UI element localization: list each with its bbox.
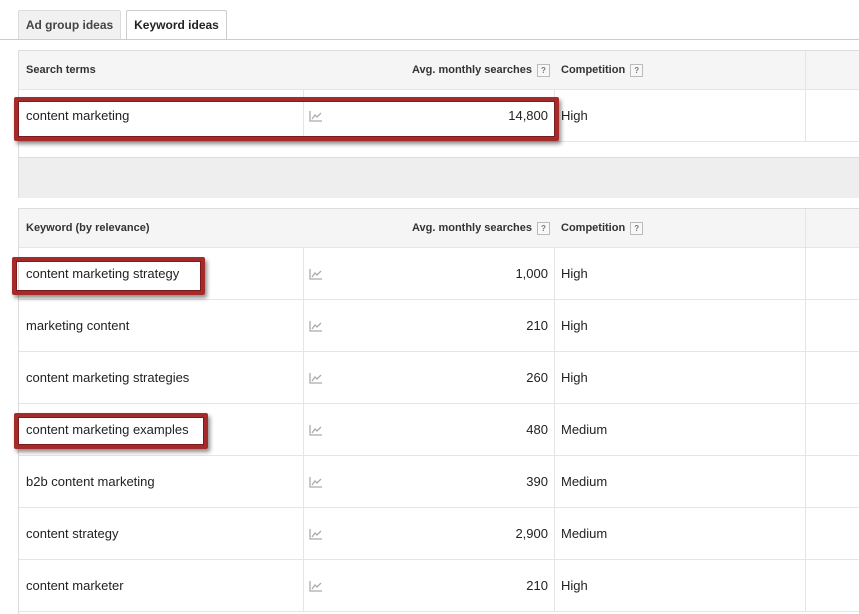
column-divider	[554, 90, 555, 141]
competition-cell: High	[561, 370, 588, 385]
help-question-icon[interactable]: ?	[537, 63, 550, 77]
tab-keyword-ideas[interactable]: Keyword ideas	[126, 10, 227, 40]
column-divider	[554, 248, 555, 299]
column-divider	[805, 300, 806, 351]
table-row: content marketing strategies 260 High	[19, 352, 859, 404]
trend-chart-icon[interactable]	[309, 90, 331, 141]
avg-searches-cell: 1,000	[515, 266, 548, 281]
help-question-icon[interactable]: ?	[630, 63, 644, 77]
column-divider	[303, 508, 304, 559]
column-divider	[805, 51, 806, 90]
keyword-cell: b2b content marketing	[26, 474, 155, 489]
keyword-ideas-header: Keyword (by relevance) Avg. monthly sear…	[19, 208, 859, 248]
tab-divider	[0, 39, 859, 40]
column-divider	[303, 456, 304, 507]
table-row: marketing content 210 High	[19, 300, 859, 352]
header-avg-monthly-searches[interactable]: Avg. monthly searches?	[219, 51, 550, 90]
table-row: content strategy 2,900 Medium	[19, 508, 859, 560]
keyword-cell: content marketing examples	[26, 422, 189, 437]
column-divider	[805, 90, 806, 141]
column-divider	[805, 248, 806, 299]
column-divider	[303, 404, 304, 455]
column-divider	[805, 404, 806, 455]
search-terms-header: Search terms Avg. monthly searches? Comp…	[19, 50, 859, 90]
avg-searches-cell: 260	[526, 370, 548, 385]
help-question-icon[interactable]: ?	[630, 221, 644, 235]
trend-chart-icon[interactable]	[309, 300, 331, 351]
avg-searches-cell: 2,900	[515, 526, 548, 541]
competition-cell: High	[561, 318, 588, 333]
keyword-ideas-table: Keyword (by relevance) Avg. monthly sear…	[18, 208, 859, 614]
competition-cell: Medium	[561, 474, 608, 489]
competition-cell: High	[561, 266, 588, 281]
table-row: b2b content marketing 390 Medium	[19, 456, 859, 508]
tab-ad-group-ideas[interactable]: Ad group ideas	[18, 10, 121, 39]
table-row: content marketing 14,800 High	[19, 90, 859, 142]
column-divider	[554, 404, 555, 455]
trend-chart-icon[interactable]	[309, 352, 331, 403]
column-divider	[805, 352, 806, 403]
column-divider	[554, 300, 555, 351]
column-divider	[805, 508, 806, 559]
column-divider	[554, 456, 555, 507]
competition-cell: High	[561, 108, 588, 123]
header-competition[interactable]: Competition?	[561, 209, 644, 248]
header-competition-label: Competition	[561, 64, 626, 76]
table-spacer	[18, 158, 859, 198]
avg-searches-cell: 210	[526, 578, 548, 593]
keyword-cell: marketing content	[26, 318, 130, 333]
table-row: content marketing strategy 1,000 High	[19, 248, 859, 300]
column-divider	[554, 560, 555, 611]
header-avg-label: Avg. monthly searches	[411, 222, 532, 234]
column-divider	[303, 352, 304, 403]
column-divider	[303, 248, 304, 299]
keyword-cell: content strategy	[26, 526, 119, 541]
help-question-icon[interactable]: ?	[537, 221, 550, 235]
header-competition[interactable]: Competition?	[561, 51, 644, 90]
trend-chart-icon[interactable]	[309, 508, 331, 559]
header-avg-monthly-searches[interactable]: Avg. monthly searches?	[219, 209, 550, 248]
search-terms-table: Search terms Avg. monthly searches? Comp…	[18, 50, 859, 158]
competition-cell: High	[561, 578, 588, 593]
table-row: content marketer 210 High	[19, 560, 859, 612]
competition-cell: Medium	[561, 526, 608, 541]
trend-chart-icon[interactable]	[309, 404, 331, 455]
keyword-cell: content marketing strategies	[26, 370, 190, 385]
column-divider	[554, 508, 555, 559]
keyword-cell: content marketing	[26, 108, 130, 123]
column-divider	[805, 209, 806, 248]
trend-chart-icon[interactable]	[309, 456, 331, 507]
header-keyword-by-relevance[interactable]: Keyword (by relevance)	[26, 209, 150, 248]
column-divider	[805, 456, 806, 507]
column-divider	[303, 560, 304, 611]
header-search-terms[interactable]: Search terms	[26, 51, 96, 90]
keyword-cell: content marketer	[26, 578, 124, 593]
trend-chart-icon[interactable]	[309, 560, 331, 611]
avg-searches-cell: 14,800	[508, 108, 548, 123]
column-divider	[554, 352, 555, 403]
column-divider	[303, 300, 304, 351]
header-competition-label: Competition	[561, 222, 626, 234]
avg-searches-cell: 390	[526, 474, 548, 489]
header-avg-label: Avg. monthly searches	[411, 64, 532, 76]
column-divider	[303, 90, 304, 141]
tab-bar: Ad group ideas Keyword ideas	[0, 0, 859, 40]
trend-chart-icon[interactable]	[309, 248, 331, 299]
avg-searches-cell: 480	[526, 422, 548, 437]
competition-cell: Medium	[561, 422, 608, 437]
table-row: content marketing examples 480 Medium	[19, 404, 859, 456]
keyword-cell: content marketing strategy	[26, 266, 180, 281]
column-divider	[805, 560, 806, 611]
avg-searches-cell: 210	[526, 318, 548, 333]
